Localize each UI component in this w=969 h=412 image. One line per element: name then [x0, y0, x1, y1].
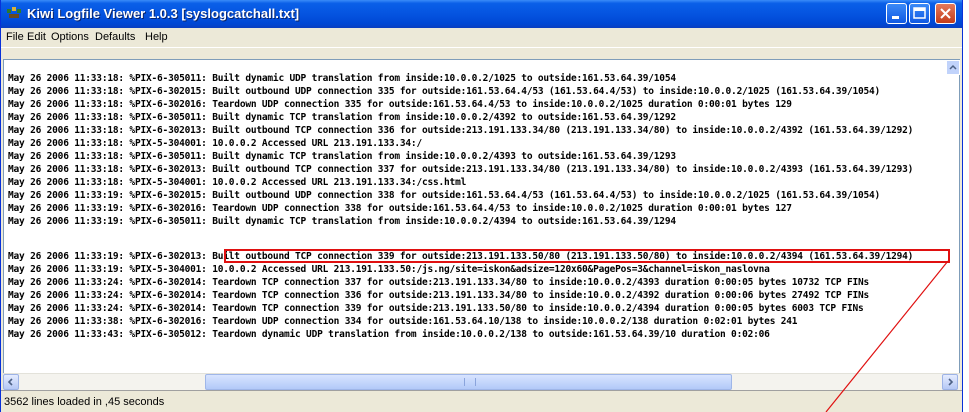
log-line[interactable]: May 26 2006 11:33:18: %PIX-6-302013: Bui… [8, 164, 913, 175]
log-view[interactable]: May 26 2006 11:33:18: %PIX-6-305011: Bui… [3, 59, 960, 377]
maximize-icon [913, 7, 926, 19]
log-line[interactable]: May 26 2006 11:33:24: %PIX-6-302014: Tea… [8, 277, 869, 288]
menu-file[interactable]: File [6, 31, 24, 43]
minimize-button[interactable] [886, 3, 907, 24]
log-line[interactable]: May 26 2006 11:33:18: %PIX-6-302016: Tea… [8, 99, 792, 110]
kiwi-app-icon [7, 7, 21, 18]
log-line[interactable]: May 26 2006 11:33:18: %PIX-6-305011: Bui… [8, 112, 676, 123]
menu-defaults[interactable]: Defaults [95, 31, 135, 43]
minimize-icon [892, 16, 899, 19]
menu-edit[interactable]: Edit [27, 31, 46, 43]
menu-bar: File Edit Options Defaults Help [1, 28, 962, 47]
log-line[interactable]: May 26 2006 11:33:19: %PIX-6-305011: Bui… [8, 216, 676, 227]
highlight-box [224, 249, 950, 263]
scroll-up-button[interactable] [946, 60, 960, 75]
scroll-thumb[interactable] [205, 374, 732, 390]
maximize-button[interactable] [909, 3, 930, 24]
log-line[interactable]: May 26 2006 11:33:24: %PIX-6-302014: Tea… [8, 303, 864, 314]
close-icon [940, 8, 951, 19]
log-line[interactable]: May 26 2006 11:33:18: %PIX-5-304001: 10.… [8, 138, 422, 149]
log-line[interactable]: May 26 2006 11:33:19: %PIX-5-304001: 10.… [8, 264, 770, 275]
chevron-right-icon [948, 378, 954, 386]
log-line[interactable]: May 26 2006 11:33:18: %PIX-6-302015: Bui… [8, 86, 880, 97]
log-line[interactable]: May 26 2006 11:33:43: %PIX-6-305012: Tea… [8, 329, 770, 340]
log-line[interactable]: May 26 2006 11:33:19: %PIX-6-302016: Tea… [8, 203, 792, 214]
app-window: Kiwi Logfile Viewer 1.0.3 [syslogcatchal… [0, 0, 963, 412]
status-text: 3562 lines loaded in ,45 seconds [4, 396, 165, 408]
log-line[interactable]: May 26 2006 11:33:18: %PIX-5-304001: 10.… [8, 177, 466, 188]
chevron-left-icon [7, 378, 13, 386]
title-bar[interactable]: Kiwi Logfile Viewer 1.0.3 [syslogcatchal… [1, 0, 962, 28]
log-line[interactable]: May 26 2006 11:33:38: %PIX-6-302016: Tea… [8, 316, 797, 327]
log-line[interactable]: May 26 2006 11:33:18: %PIX-6-305011: Bui… [8, 151, 676, 162]
window-title: Kiwi Logfile Viewer 1.0.3 [syslogcatchal… [27, 6, 300, 21]
horizontal-scrollbar[interactable] [3, 373, 960, 390]
scroll-left-button[interactable] [3, 374, 19, 390]
log-line[interactable]: May 26 2006 11:33:18: %PIX-6-302013: Bui… [8, 125, 913, 136]
close-button[interactable] [935, 3, 956, 24]
grip-icon [464, 378, 476, 386]
scroll-right-button[interactable] [942, 374, 958, 390]
log-line[interactable]: May 26 2006 11:33:18: %PIX-6-305011: Bui… [8, 73, 676, 84]
log-line[interactable]: May 26 2006 11:33:19: %PIX-6-302015: Bui… [8, 190, 880, 201]
log-line[interactable]: May 26 2006 11:33:24: %PIX-6-302014: Tea… [8, 290, 869, 301]
status-bar: 3562 lines loaded in ,45 seconds [1, 390, 962, 412]
menu-options[interactable]: Options [51, 31, 89, 43]
chevron-up-icon [949, 64, 957, 70]
menu-help[interactable]: Help [145, 31, 168, 43]
